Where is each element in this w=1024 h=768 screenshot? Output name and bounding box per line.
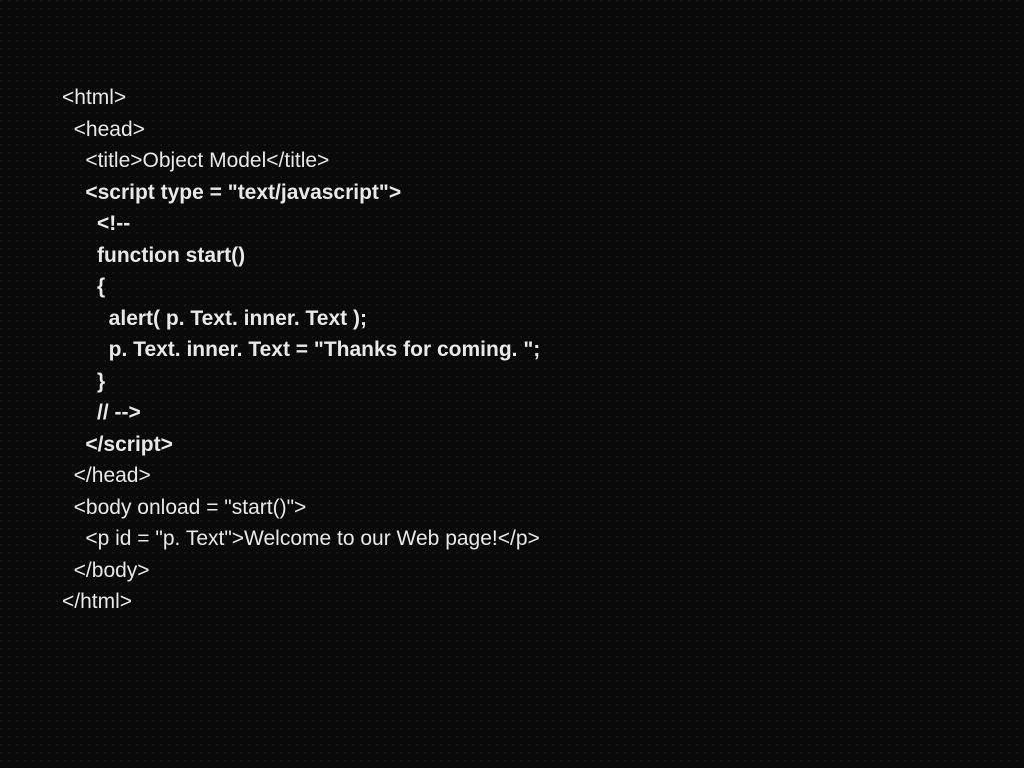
code-line: </head>: [62, 460, 1024, 492]
code-line: </script>: [62, 429, 1024, 461]
code-line: }: [62, 366, 1024, 398]
code-line: <html>: [62, 82, 1024, 114]
code-line: <p id = "p. Text">Welcome to our Web pag…: [62, 523, 1024, 555]
code-line: </html>: [62, 586, 1024, 618]
code-line: <head>: [62, 114, 1024, 146]
code-slide: <html> <head> <title>Object Model</title…: [62, 82, 1024, 618]
code-line: function start(): [62, 240, 1024, 272]
code-line: </body>: [62, 555, 1024, 587]
code-line: p. Text. inner. Text = "Thanks for comin…: [62, 334, 1024, 366]
code-line: {: [62, 271, 1024, 303]
code-line: <title>Object Model</title>: [62, 145, 1024, 177]
code-line: alert( p. Text. inner. Text );: [62, 303, 1024, 335]
code-line: // -->: [62, 397, 1024, 429]
code-line: <script type = "text/javascript">: [62, 177, 1024, 209]
code-line: <body onload = "start()">: [62, 492, 1024, 524]
code-line: <!--: [62, 208, 1024, 240]
